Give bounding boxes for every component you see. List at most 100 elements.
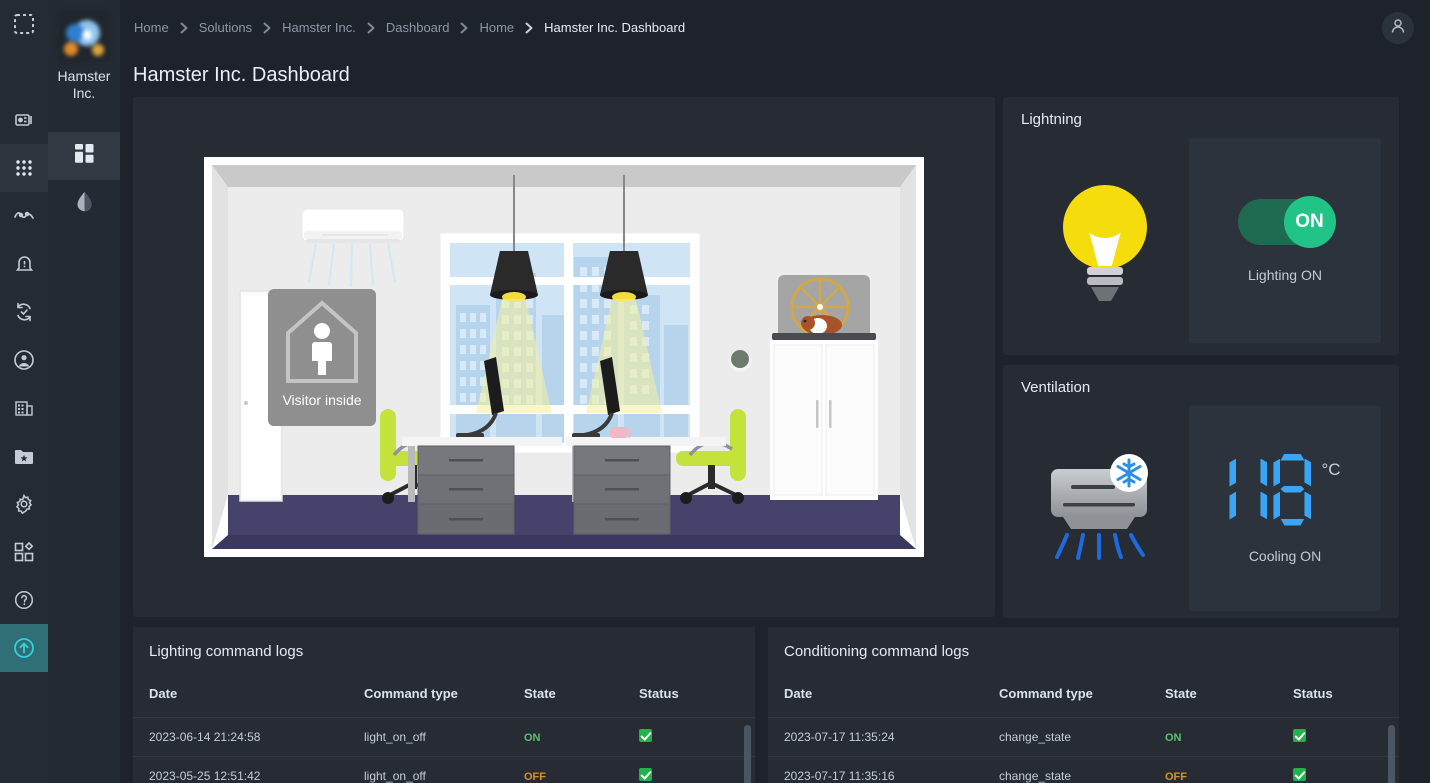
breadcrumb: Home Solutions Hamster Inc. Dashboard Ho… <box>132 20 687 35</box>
air-conditioner-snowflake-icon <box>1021 406 1189 611</box>
ventilation-widget: Ventilation °C Cooling ON <box>1003 365 1399 618</box>
logs-area: Lighting command logs Date Command type … <box>120 627 1430 783</box>
table-row[interactable]: 2023-05-25 12:51:42 light_on_off OFF <box>133 756 755 783</box>
column-header-state[interactable]: State <box>1149 680 1277 718</box>
lightning-widget: Lightning ON Lighting ON <box>1003 97 1399 355</box>
devices-icon[interactable] <box>0 96 48 144</box>
assets-folder-icon[interactable] <box>0 432 48 480</box>
office-room-illustration[interactable]: Visitor inside <box>204 157 924 557</box>
visitor-inside-badge: Visitor inside <box>268 289 376 426</box>
conditioning-logs-title: Conditioning command logs <box>784 643 970 660</box>
main-area: Home Solutions Hamster Inc. Dashboard Ho… <box>120 0 1430 783</box>
lighting-state-label: Lighting ON <box>1248 266 1322 283</box>
office-window <box>440 233 700 453</box>
breadcrumb-item-home-2[interactable]: Home <box>477 20 516 35</box>
breadcrumb-item-solutions[interactable]: Solutions <box>197 20 254 35</box>
breadcrumb-item-hamster-inc[interactable]: Hamster Inc. <box>280 20 358 35</box>
top-bar: Home Solutions Hamster Inc. Dashboard Ho… <box>120 0 1430 55</box>
help-icon[interactable] <box>0 576 48 624</box>
cooling-state-label: Cooling ON <box>1248 547 1322 564</box>
column-header-date[interactable]: Date <box>768 680 983 718</box>
column-header-date[interactable]: Date <box>133 680 348 718</box>
lighting-logs-table: Date Command type State Status 2023-06-1… <box>133 680 755 783</box>
ventilation-widget-title: Ventilation <box>1021 379 1091 396</box>
sidebar-item-theme[interactable] <box>48 180 120 228</box>
cell-state: OFF <box>524 771 546 783</box>
lighting-logs-title: Lighting command logs <box>149 643 304 660</box>
cell-command-type: change_state <box>983 756 1149 783</box>
customers-icon[interactable] <box>0 336 48 384</box>
cell-command-type: light_on_off <box>348 756 508 783</box>
chevron-right-icon <box>263 22 271 34</box>
column-header-status[interactable]: Status <box>623 680 755 718</box>
alarm-bell-icon[interactable] <box>0 240 48 288</box>
cell-command-type: light_on_off <box>348 717 508 757</box>
breadcrumb-item-current: Hamster Inc. Dashboard <box>544 20 686 35</box>
cell-state: ON <box>524 732 541 744</box>
cell-date: 2023-07-17 11:35:24 <box>768 717 983 757</box>
cell-state: OFF <box>1165 771 1187 783</box>
column-header-command-type[interactable]: Command type <box>348 680 508 718</box>
temperature-unit: °C <box>1321 459 1341 479</box>
table-header-row: Date Command type State Status <box>133 680 755 718</box>
table-row[interactable]: 2023-06-14 21:24:58 light_on_off ON <box>133 717 755 757</box>
breadcrumb-item-dashboard[interactable]: Dashboard <box>384 20 452 35</box>
light-bulb-icon <box>1021 138 1189 343</box>
hamster-cage <box>790 277 850 337</box>
conditioning-logs-scrollbar[interactable] <box>1388 725 1395 783</box>
secondary-sidebar: Hamster Inc. <box>48 0 120 783</box>
widgets-icon[interactable] <box>0 528 48 576</box>
column-header-command-type[interactable]: Command type <box>983 680 1149 718</box>
org-logo-image <box>58 10 110 62</box>
user-account-icon <box>1389 17 1407 40</box>
contrast-droplet-icon <box>75 191 94 217</box>
table-row[interactable]: 2023-07-17 11:35:16 change_state OFF <box>768 756 1399 783</box>
primary-sidebar <box>0 0 48 783</box>
status-success-icon <box>639 729 652 742</box>
chevron-right-icon <box>367 22 375 34</box>
dashboard-app: Hamster Inc. Home Solutions Hamster Inc.… <box>0 0 1430 783</box>
chevron-right-icon <box>525 22 533 34</box>
lighting-logs-scrollbar[interactable] <box>744 725 751 783</box>
cell-date: 2023-05-25 12:51:42 <box>133 756 348 783</box>
dashboard-content: Visitor inside Lightning ON Lighting ON … <box>120 97 1430 783</box>
breadcrumb-item-home[interactable]: Home <box>132 20 171 35</box>
svg-text:Visitor inside: Visitor inside <box>282 392 361 408</box>
column-header-state[interactable]: State <box>508 680 623 718</box>
apps-grid-icon[interactable] <box>0 144 48 192</box>
org-header[interactable]: Hamster Inc. <box>48 0 120 102</box>
lighting-toggle-value: ON <box>1283 195 1336 248</box>
filing-cabinet-right <box>573 445 671 535</box>
chevron-right-icon <box>460 22 468 34</box>
wall-sensor <box>729 350 751 372</box>
lighting-toggle[interactable]: ON <box>1237 195 1336 248</box>
lighting-logs-card: Lighting command logs Date Command type … <box>133 627 755 783</box>
room-illustration-panel: Visitor inside <box>133 97 995 617</box>
tenants-icon[interactable] <box>0 384 48 432</box>
ventilation-control: °C Cooling ON <box>1189 406 1381 611</box>
status-success-icon <box>639 768 652 781</box>
dashboard-grid-icon <box>74 144 94 168</box>
cell-command-type: change_state <box>983 717 1149 757</box>
temperature-digit-2 <box>1273 453 1312 526</box>
logo-icon[interactable] <box>0 0 48 48</box>
upgrade-arrow-icon[interactable] <box>0 624 48 672</box>
cell-state: ON <box>1165 732 1182 744</box>
cell-date: 2023-07-17 11:35:16 <box>768 756 983 783</box>
table-row[interactable]: 2023-07-17 11:35:24 change_state ON <box>768 717 1399 757</box>
avatar[interactable] <box>1382 12 1414 44</box>
lightning-widget-title: Lightning <box>1021 111 1082 128</box>
temperature-digit-1 <box>1229 454 1268 526</box>
coffee-mug <box>610 427 632 439</box>
temperature-display: °C <box>1229 453 1341 526</box>
sidebar-item-dashboard[interactable] <box>48 132 120 180</box>
status-success-icon <box>1293 729 1306 742</box>
conditioning-logs-card: Conditioning command logs Date Command t… <box>768 627 1399 783</box>
analytics-icon[interactable] <box>0 192 48 240</box>
page-title: Hamster Inc. Dashboard <box>133 63 350 86</box>
rule-chain-icon[interactable] <box>0 288 48 336</box>
cell-date: 2023-06-14 21:24:58 <box>133 717 348 757</box>
org-name-label: Hamster Inc. <box>57 68 111 101</box>
column-header-status[interactable]: Status <box>1277 680 1399 718</box>
settings-gear-icon[interactable] <box>0 480 48 528</box>
